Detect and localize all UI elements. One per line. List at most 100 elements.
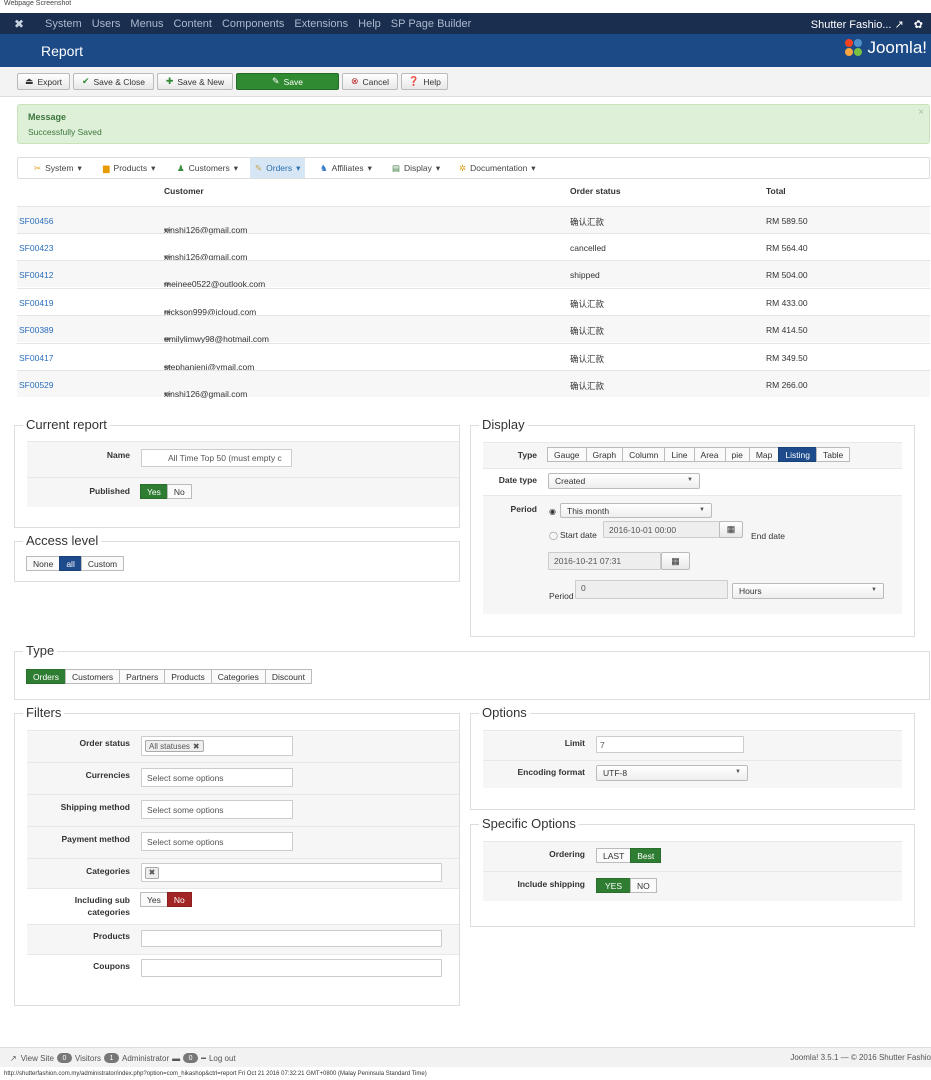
currencies-row: Currencies Select some options	[27, 762, 459, 794]
external-link-icon: ↗	[894, 19, 904, 31]
categories-input[interactable]: ✖	[141, 863, 442, 882]
type-partners[interactable]: Partners	[119, 669, 166, 684]
order-id-link[interactable]: SF00456	[19, 216, 54, 226]
currencies-input[interactable]: Select some options	[141, 768, 293, 787]
menu-content[interactable]: Content	[173, 18, 212, 30]
save-button[interactable]: ✎ Save	[236, 73, 339, 90]
message-heading: Message	[28, 112, 67, 122]
order-id-link[interactable]: SF00417	[19, 353, 54, 363]
site-link[interactable]: Shutter Fashio... ↗	[811, 18, 904, 31]
menu-help[interactable]: Help	[358, 18, 381, 30]
submenu-products[interactable]: ▆ Products ▾	[103, 158, 155, 178]
products-row: Products	[27, 924, 459, 954]
period-select[interactable]: This month ▼	[560, 503, 712, 518]
help-button[interactable]: ❓ Help	[401, 73, 448, 90]
export-icon: ⏏	[24, 76, 34, 86]
export-button[interactable]: ⏏ Export	[17, 73, 70, 90]
type-fieldset: Type Orders Customers Partners Products …	[14, 643, 930, 700]
table-row: SF00417 stephanieni@ymail.com ✏ 确认汇款 RM 3…	[17, 343, 930, 372]
save-new-button[interactable]: ✚ Save & New	[157, 73, 233, 90]
payment-input[interactable]: Select some options	[141, 832, 293, 851]
mail-icon[interactable]: ▬	[172, 1054, 180, 1063]
period-amount-input[interactable]: 0	[575, 580, 728, 599]
published-no[interactable]: No	[166, 484, 192, 499]
end-date-input[interactable]: 2016-10-21 07:31	[548, 552, 661, 570]
start-date-input[interactable]: 2016-10-01 00:00	[603, 521, 720, 538]
type-customers[interactable]: Customers	[64, 669, 121, 684]
menu-extensions[interactable]: Extensions	[294, 18, 348, 30]
menu-menus[interactable]: Menus	[130, 18, 163, 30]
save-close-button[interactable]: ✔ Save & Close	[73, 73, 154, 90]
submenu-customers[interactable]: ♟ Customers ▾	[177, 158, 238, 178]
ordering-last[interactable]: LAST	[596, 848, 632, 863]
order-status-input[interactable]: All statuses ✖	[141, 736, 293, 756]
type-products[interactable]: Products	[164, 669, 212, 684]
submenu-system[interactable]: ✂ System ▾	[34, 158, 82, 178]
access-all[interactable]: all	[59, 556, 82, 571]
period-unit-select[interactable]: Hours ▼	[732, 583, 884, 599]
order-id-link[interactable]: SF00419	[19, 298, 54, 308]
include-shipping-yes[interactable]: YES	[596, 878, 632, 893]
close-icon[interactable]: ×	[918, 107, 924, 118]
period-radio[interactable]: ◉	[549, 507, 556, 516]
cancel-button[interactable]: ⊗ Cancel	[342, 73, 398, 90]
submenu-display[interactable]: ▤ Display ▾	[392, 158, 440, 178]
published-yes[interactable]: Yes	[140, 484, 168, 499]
products-input[interactable]	[141, 930, 442, 947]
limit-input[interactable]: 7	[596, 736, 744, 753]
coupons-input[interactable]	[141, 959, 442, 977]
type-discount[interactable]: Discount	[264, 669, 312, 684]
type-column[interactable]: Column	[622, 447, 666, 462]
order-total: RM 504.00	[766, 270, 808, 280]
type-categories[interactable]: Categories	[210, 669, 266, 684]
include-shipping-no[interactable]: NO	[630, 878, 657, 893]
categories-label: Categories	[86, 866, 130, 876]
order-total: RM 349.50	[766, 353, 808, 363]
access-none[interactable]: None	[26, 556, 61, 571]
shipping-input[interactable]: Select some options	[141, 800, 293, 819]
type-table[interactable]: Table	[815, 447, 851, 462]
remove-tag-icon[interactable]: ✖	[193, 742, 200, 751]
filters-fieldset: Filters Order status All statuses ✖ Curre…	[14, 705, 460, 1006]
view-site-link[interactable]: View Site	[21, 1054, 54, 1063]
menu-system[interactable]: System	[45, 18, 82, 30]
type-area[interactable]: Area	[693, 447, 726, 462]
submenu-affiliates[interactable]: ♞ Affiliates ▾	[320, 158, 372, 178]
type-pie[interactable]: pie	[724, 447, 750, 462]
shipping-label: Shipping method	[60, 802, 130, 812]
order-id-link[interactable]: SF00423	[19, 243, 54, 253]
type-line[interactable]: Line	[664, 447, 695, 462]
end-date-label: End date	[751, 531, 786, 541]
type-graph[interactable]: Graph	[585, 447, 624, 462]
calendar-icon[interactable]: ▦	[661, 552, 690, 570]
pencil-icon[interactable]: ✏	[164, 389, 171, 400]
order-id-link[interactable]: SF00389	[19, 325, 54, 335]
sub-categories-no[interactable]: No	[166, 892, 192, 907]
menu-sp-page-builder[interactable]: SP Page Builder	[391, 18, 472, 30]
type-map[interactable]: Map	[748, 447, 780, 462]
order-id-link[interactable]: SF00529	[19, 380, 54, 390]
submenu-documentation[interactable]: ✲ Documentation ▾	[459, 158, 536, 178]
encoding-select[interactable]: UTF-8 ▼	[596, 765, 748, 781]
type-gauge[interactable]: Gauge	[547, 447, 587, 462]
type-listing[interactable]: Listing	[778, 447, 817, 462]
date-type-select[interactable]: Created ▼	[548, 473, 700, 489]
order-id-link[interactable]: SF00412	[19, 270, 54, 280]
joomla-menu-icon[interactable]: ✖	[14, 17, 24, 31]
start-date-radio[interactable]: ◯	[549, 531, 558, 540]
joomla-logo: Joomla!	[845, 38, 927, 58]
caret-down-icon: ▾	[296, 162, 301, 173]
report-name-input[interactable]: All Time Top 50 (must empty c	[141, 449, 292, 467]
gear-icon[interactable]: ✿	[914, 18, 923, 31]
ordering-best[interactable]: Best	[630, 848, 662, 863]
menu-components[interactable]: Components	[222, 18, 284, 30]
sub-categories-yes[interactable]: Yes	[140, 892, 168, 907]
calendar-icon[interactable]: ▦	[719, 521, 743, 538]
remove-tag-icon[interactable]: ✖	[145, 866, 159, 879]
logout-link[interactable]: Log out	[209, 1054, 236, 1063]
menu-users[interactable]: Users	[92, 18, 121, 30]
type-orders[interactable]: Orders	[26, 669, 66, 684]
access-custom[interactable]: Custom	[80, 556, 125, 571]
shipping-row: Shipping method Select some options	[27, 794, 459, 826]
submenu-orders[interactable]: ✎ Orders ▾	[250, 158, 306, 178]
